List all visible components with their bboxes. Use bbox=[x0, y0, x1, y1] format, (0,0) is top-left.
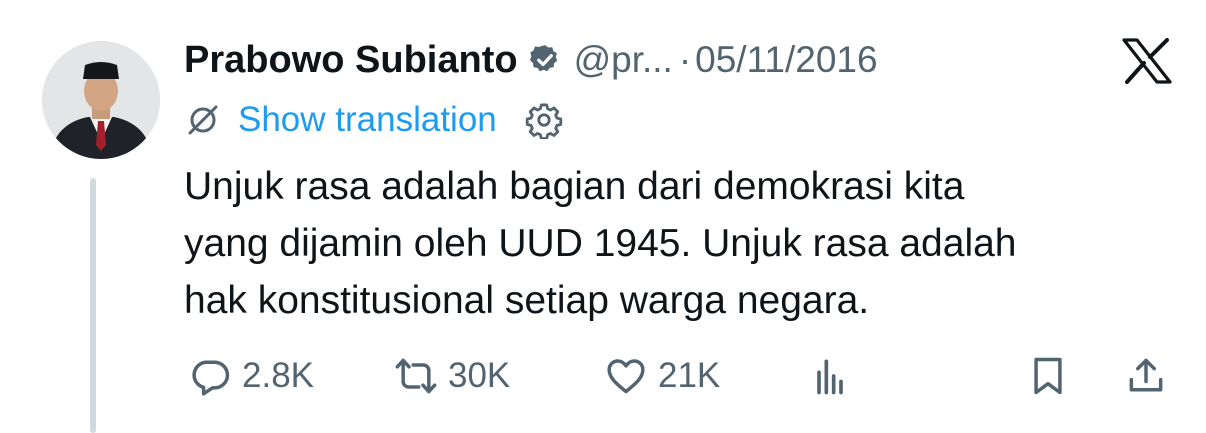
repost-count: 30K bbox=[448, 356, 511, 395]
reply-icon bbox=[192, 360, 230, 396]
bookmark-icon bbox=[1034, 357, 1062, 395]
views-button[interactable] bbox=[808, 350, 852, 402]
repost-icon bbox=[395, 358, 437, 394]
gear-icon[interactable] bbox=[525, 101, 563, 139]
tweet-text: Unjuk rasa adalah bagian dari demokrasi … bbox=[184, 158, 1184, 329]
author-handle[interactable]: @pr... bbox=[574, 39, 673, 81]
tweet-header: Prabowo Subianto @pr... · 05/11/2016 bbox=[184, 36, 878, 84]
avatar[interactable] bbox=[42, 41, 160, 159]
translate-icon bbox=[188, 105, 218, 135]
tweet-line: Unjuk rasa adalah bagian dari demokrasi … bbox=[184, 165, 965, 208]
verified-badge-icon bbox=[529, 45, 557, 72]
translation-row: Show translation bbox=[186, 96, 563, 144]
tweet-line: yang dijamin oleh UUD 1945. Unjuk rasa a… bbox=[184, 222, 1017, 265]
analytics-icon bbox=[817, 359, 843, 395]
x-logo-icon[interactable] bbox=[1122, 38, 1172, 84]
reply-count: 2.8K bbox=[242, 356, 314, 395]
share-button[interactable] bbox=[1124, 350, 1168, 402]
like-count: 21K bbox=[658, 356, 721, 395]
show-translation-link[interactable]: Show translation bbox=[238, 100, 497, 140]
author-name[interactable]: Prabowo Subianto bbox=[184, 39, 518, 82]
share-icon bbox=[1129, 358, 1163, 392]
tweet-line: hak konstitusional setiap warga negara. bbox=[184, 279, 870, 322]
avatar-portrait bbox=[42, 41, 160, 159]
bookmark-button[interactable] bbox=[1026, 350, 1070, 402]
repost-button[interactable]: 30K bbox=[394, 350, 510, 402]
action-bar: 2.8K 30K 21K bbox=[0, 350, 1206, 402]
tweet-date[interactable]: 05/11/2016 bbox=[695, 39, 877, 81]
heart-icon bbox=[607, 359, 645, 394]
like-button[interactable]: 21K bbox=[604, 350, 720, 402]
separator-dot: · bbox=[678, 39, 692, 80]
reply-button[interactable]: 2.8K bbox=[188, 350, 314, 402]
